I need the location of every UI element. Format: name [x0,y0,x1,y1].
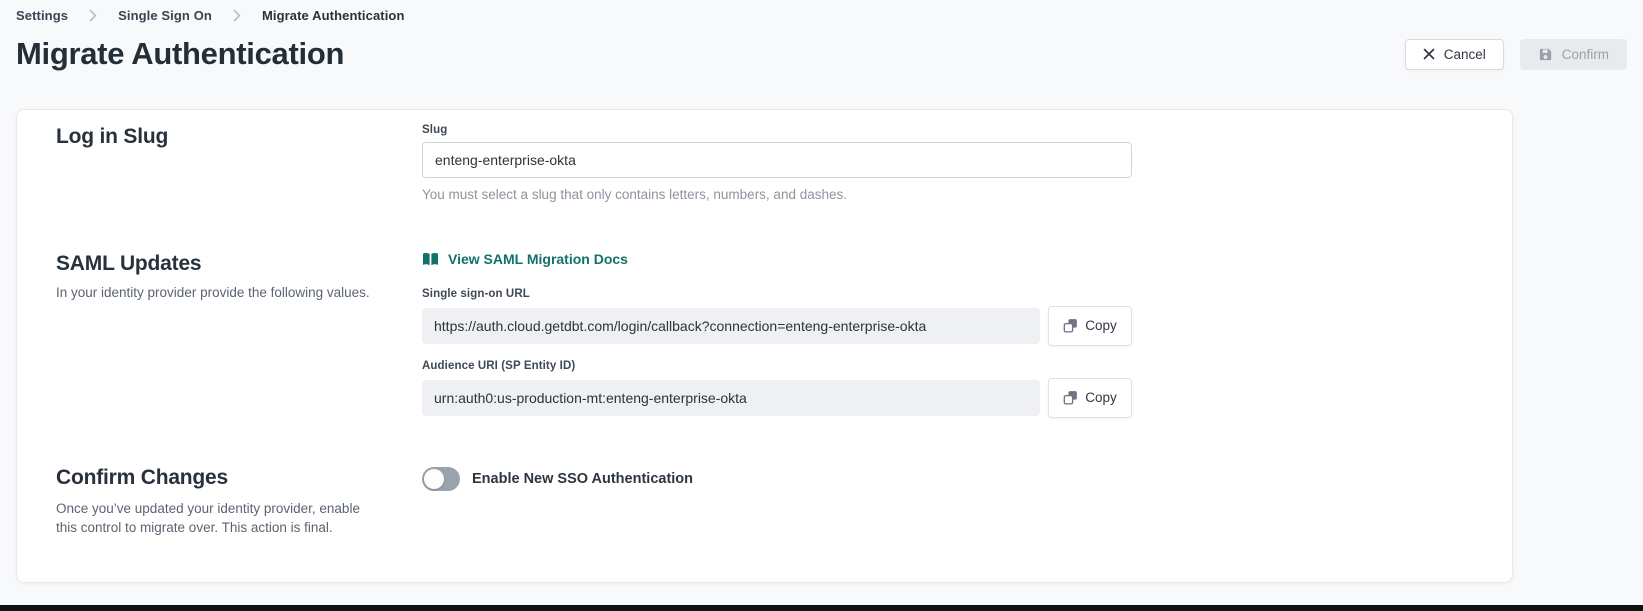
header-actions: Cancel Confirm [1405,39,1627,70]
section-login-slug-right: Slug You must select a slug that only co… [422,124,1472,202]
confirm-button[interactable]: Confirm [1520,39,1627,70]
copy-icon [1063,318,1078,333]
section-saml-updates: SAML Updates In your identity provider p… [56,251,1472,418]
view-saml-migration-docs-label: View SAML Migration Docs [448,251,628,267]
breadcrumb: Settings Single Sign On Migrate Authenti… [16,6,1627,24]
section-login-slug-left: Log in Slug [56,124,422,150]
section-confirm-changes-right: Enable New SSO Authentication [422,465,1472,491]
confirm-label: Confirm [1562,47,1609,62]
section-login-slug: Log in Slug Slug You must select a slug … [56,124,1472,202]
slug-input[interactable] [422,142,1132,178]
bottom-edge [0,605,1643,611]
slug-field-label: Slug [422,124,1472,136]
enable-sso-toggle[interactable] [422,467,460,491]
enable-sso-toggle-row: Enable New SSO Authentication [422,467,1472,491]
confirm-changes-description: Once you’ve updated your identity provid… [56,499,378,537]
breadcrumb-single-sign-on[interactable]: Single Sign On [118,8,212,23]
sso-url-value: https://auth.cloud.getdbt.com/login/call… [422,308,1040,344]
saml-updates-heading: SAML Updates [56,251,422,277]
cancel-label: Cancel [1444,47,1486,62]
section-confirm-changes-left: Confirm Changes Once you’ve updated your… [56,465,422,537]
saml-updates-subtitle: In your identity provider provide the fo… [56,284,422,302]
book-icon [422,252,439,267]
section-saml-updates-right: View SAML Migration Docs Single sign-on … [422,251,1472,418]
login-slug-heading: Log in Slug [56,124,422,150]
confirm-changes-heading: Confirm Changes [56,465,422,491]
breadcrumb-settings[interactable]: Settings [16,8,68,23]
page-header: Migrate Authentication Cancel Confirm [16,30,1627,78]
toggle-knob [424,469,444,489]
topbar: Settings Single Sign On Migrate Authenti… [0,0,1643,78]
migrate-authentication-card: Log in Slug Slug You must select a slug … [16,109,1513,583]
x-icon [1423,48,1435,60]
copy-audience-uri-button[interactable]: Copy [1048,378,1132,418]
audience-uri-label: Audience URI (SP Entity ID) [422,360,1472,372]
cancel-button[interactable]: Cancel [1405,39,1504,70]
enable-sso-toggle-label: Enable New SSO Authentication [472,471,693,487]
copy-audience-uri-label: Copy [1085,390,1117,405]
sso-url-label: Single sign-on URL [422,288,1472,300]
save-icon [1538,47,1553,62]
slug-helper-text: You must select a slug that only contain… [422,187,1472,202]
section-confirm-changes: Confirm Changes Once you’ve updated your… [56,465,1472,537]
audience-uri-row: urn:auth0:us-production-mt:enteng-enterp… [422,378,1472,418]
sso-url-row: https://auth.cloud.getdbt.com/login/call… [422,306,1472,346]
page-title: Migrate Authentication [16,36,344,72]
audience-uri-value: urn:auth0:us-production-mt:enteng-enterp… [422,380,1040,416]
chevron-right-icon [233,9,241,22]
section-saml-updates-left: SAML Updates In your identity provider p… [56,251,422,302]
copy-sso-url-label: Copy [1085,318,1117,333]
copy-icon [1063,390,1078,405]
chevron-right-icon [89,9,97,22]
copy-sso-url-button[interactable]: Copy [1048,306,1132,346]
view-saml-migration-docs-link[interactable]: View SAML Migration Docs [422,251,628,267]
breadcrumb-current: Migrate Authentication [262,8,405,23]
